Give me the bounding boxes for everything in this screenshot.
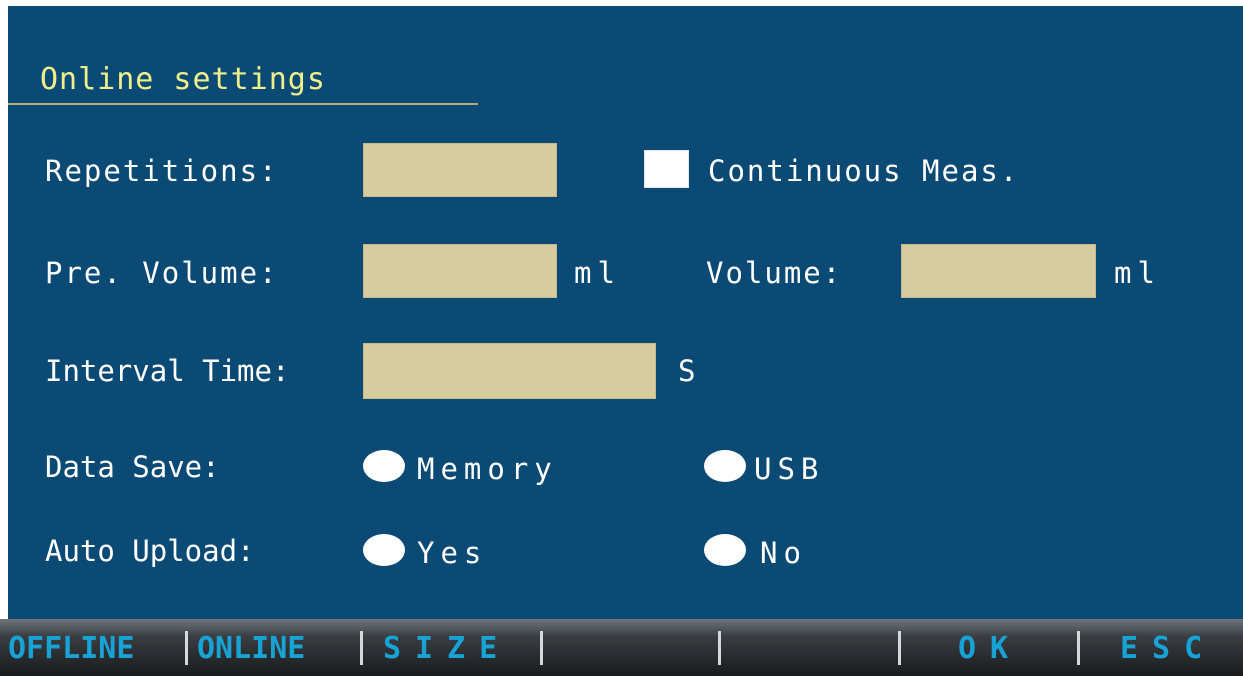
auto-upload-no-label: No (760, 536, 807, 570)
key-separator (898, 631, 901, 665)
volume-label: Volume: (706, 256, 843, 290)
key-separator (718, 631, 721, 665)
auto-upload-label: Auto Upload: (45, 534, 255, 568)
pre-volume-field[interactable] (363, 244, 557, 298)
function-key-bar: OFFLINE ONLINE SIZE OK ESC (0, 619, 1243, 676)
volume-field[interactable] (901, 244, 1096, 298)
repetitions-label: Repetitions: (45, 154, 279, 188)
data-save-usb-label: USB (754, 452, 825, 486)
online-key[interactable]: ONLINE (197, 631, 305, 666)
interval-time-unit: S (678, 354, 696, 388)
interval-time-label: Interval Time: (45, 354, 290, 388)
continuous-meas-checkbox[interactable] (644, 150, 689, 188)
data-save-usb-radio[interactable] (704, 450, 746, 482)
page-title: Online settings (40, 62, 326, 97)
auto-upload-yes-radio[interactable] (363, 534, 405, 566)
esc-key[interactable]: ESC (1120, 631, 1216, 666)
online-settings-screen: Online settings Repetitions: Continuous … (8, 6, 1243, 619)
device-frame: Online settings Repetitions: Continuous … (0, 0, 1243, 676)
pre-volume-unit: ml (574, 256, 621, 290)
size-key[interactable]: SIZE (383, 631, 511, 666)
key-separator (360, 631, 363, 665)
repetitions-field[interactable] (363, 143, 557, 197)
data-save-memory-radio[interactable] (363, 450, 405, 482)
offline-key[interactable]: OFFLINE (8, 631, 134, 666)
key-separator (1077, 631, 1080, 665)
key-separator (540, 631, 543, 665)
ok-key[interactable]: OK (958, 631, 1022, 666)
title-underline (8, 103, 478, 105)
continuous-meas-label: Continuous Meas. (708, 154, 1020, 188)
interval-time-field[interactable] (363, 343, 656, 399)
auto-upload-yes-label: Yes (417, 536, 488, 570)
data-save-label: Data Save: (45, 450, 220, 484)
volume-unit: ml (1114, 256, 1161, 290)
data-save-memory-label: Memory (417, 452, 558, 486)
pre-volume-label: Pre. Volume: (45, 256, 279, 290)
auto-upload-no-radio[interactable] (704, 534, 746, 566)
key-separator (185, 631, 188, 665)
